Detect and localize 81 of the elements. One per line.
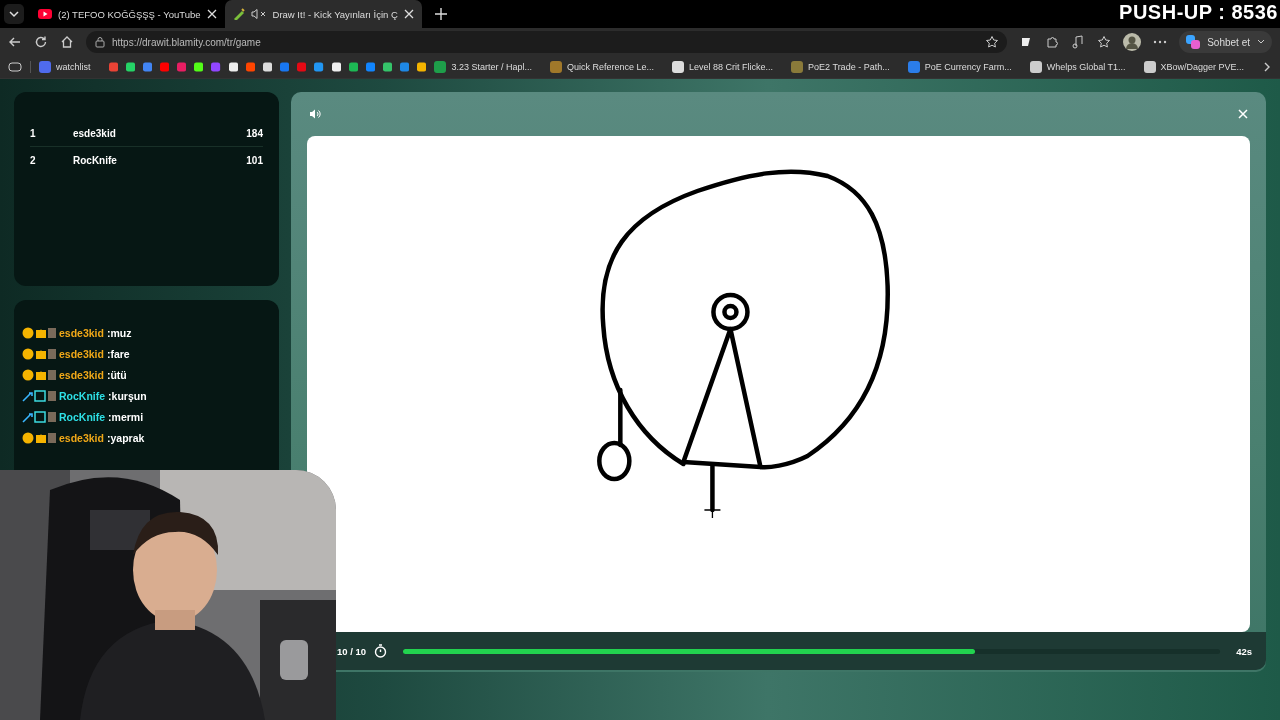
chat-message: :kurşun [108,389,147,402]
bookmark-icon[interactable] [331,61,341,73]
chat-username: esde3kid [59,368,104,381]
address-field[interactable]: https://drawit.blamity.com/tr/game [86,31,1008,53]
chat-username: RocKnife [59,389,106,402]
pencil-icon [232,8,245,20]
chat-username: esde3kid [59,347,104,360]
time-left: 42s [1236,645,1252,657]
bookmark-icon[interactable] [228,61,238,73]
close-icon[interactable] [206,9,217,19]
chat-message: :yaprak [106,431,145,444]
bookmark-link[interactable]: Quick Reference Le... [550,61,655,73]
new-tab-icon[interactable] [433,7,448,21]
bookmark-icon[interactable] [194,61,204,73]
chat-message: :muz [106,326,132,339]
bookmark-icon [672,61,685,73]
round-counter: 10 / 10 [337,645,367,657]
copilot-icon [1185,34,1202,50]
bookmark-link[interactable]: 3.23 Starter / Hapl... [434,61,533,73]
bookmark-icon[interactable] [262,61,273,73]
chat-message: :ütü [106,368,127,381]
star-icon[interactable] [985,35,1000,49]
chat-badges-icon [22,410,56,423]
chat-badges-icon [22,431,56,444]
bookmark-link[interactable]: Level 88 Crit Flicke... [672,61,774,73]
lock-icon [94,36,106,48]
player-score: 101 [246,154,263,166]
tab-list-button[interactable] [4,4,24,24]
crosshair-cursor-icon [703,501,722,519]
reload-icon[interactable] [34,35,48,49]
back-icon[interactable] [8,35,22,49]
close-icon[interactable] [403,9,414,19]
chat-badges-icon [22,326,56,339]
player-name: esde3kid [73,127,117,139]
chat-message: :fare [106,347,130,360]
muted-speaker-icon[interactable] [250,8,267,20]
push-up-counter: PUSH-UP : 8536 [1119,1,1278,24]
bookmark-icon [1143,61,1156,73]
chat-username: esde3kid [59,326,104,339]
bookmark-link[interactable]: PoE Currency Farm... [907,61,1012,73]
bookmark-icon[interactable] [383,61,393,73]
video-play-icon [38,9,52,19]
player-name: RocKnife [73,154,118,166]
avatar-icon[interactable] [1123,33,1142,51]
bookmark-icon[interactable] [125,61,135,73]
chat-badges-icon [22,389,56,402]
tab-title: Draw It! - Kick Yayınları İçin Ç [272,8,398,20]
bookmark-icon [907,61,920,73]
bookmark-icon [791,61,804,73]
player-score: 184 [246,127,263,139]
chevron-icon[interactable] [1262,61,1272,73]
chat-username: esde3kid [59,431,104,444]
browser-tab[interactable]: (2) TEFOO KOĞĞŞŞŞ - YouTube [30,0,225,28]
chevron-icon [8,8,20,20]
bookmark-icon[interactable] [348,61,358,73]
bookmark-link[interactable]: XBow/Dagger PVE... [1143,61,1245,73]
copilot-chat-button[interactable]: Sohbet et [1179,31,1272,53]
reading-icon[interactable] [8,61,22,73]
bookmark-link[interactable]: Whelps Global T1... [1029,61,1126,73]
bookmark-link[interactable]: watchlist [39,61,91,73]
rank-number: 1 [30,127,37,139]
browser-tab[interactable]: Draw It! - Kick Yayınları İçin Ç [224,0,422,28]
tab-title: (2) TEFOO KOĞĞŞŞŞ - YouTube [58,8,201,20]
puzzle-icon[interactable] [1045,35,1060,49]
url-text: https://drawit.blamity.com/tr/game [112,36,262,48]
chat-badges-icon [22,368,56,381]
chat-message: :mermi [108,410,144,423]
bookmark-icon [1029,61,1042,73]
chat-badges-icon [22,347,56,360]
rank-number: 2 [30,154,37,166]
bookmark-icon [550,61,563,73]
chat-username: RocKnife [59,410,106,423]
speaker-icon[interactable] [309,108,321,120]
favorites-icon[interactable] [1097,35,1112,49]
bookmark-icon[interactable] [417,61,427,73]
bookmark-link[interactable]: PoE2 Trade - Path... [791,61,890,73]
stopwatch-icon [374,644,388,658]
music-icon[interactable] [1071,35,1086,49]
home-icon[interactable] [60,35,74,49]
bookmark-icon [434,61,447,73]
bookmark-icon [39,61,51,73]
